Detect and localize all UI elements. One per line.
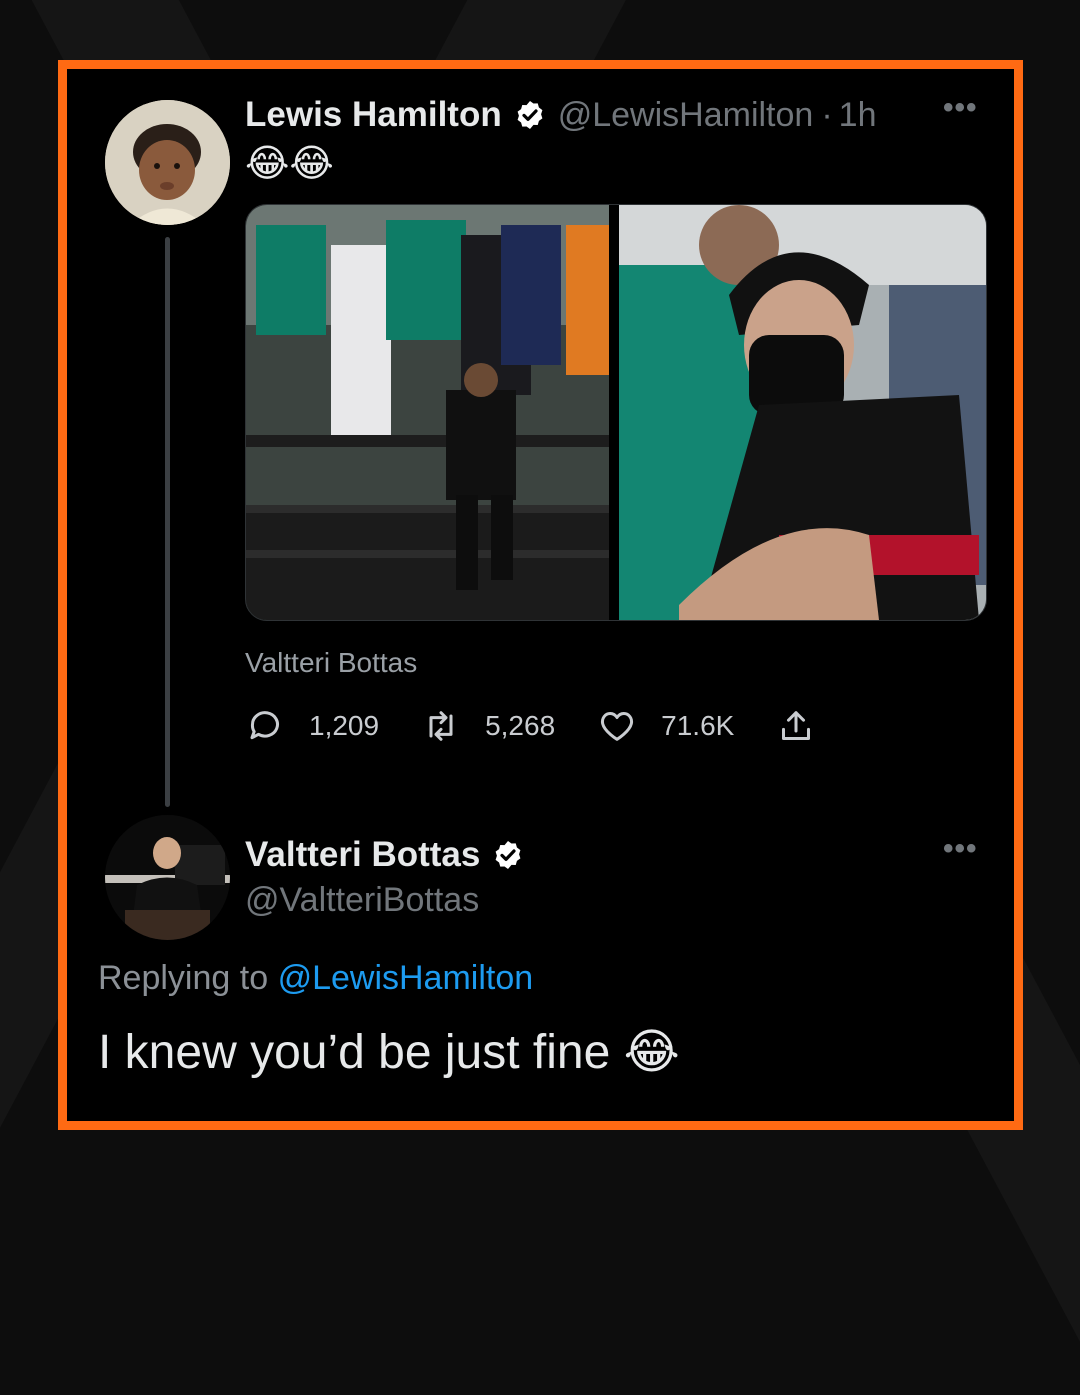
retweet-icon	[429, 711, 453, 741]
replying-to-line: Replying to @LewisHamilton	[98, 959, 533, 998]
reply-author-row: Valtteri Bottas	[245, 835, 524, 875]
thread-connector-line	[165, 237, 170, 807]
more-options-icon[interactable]: •••	[943, 832, 978, 866]
reply-tweet-text: I knew you’d be just fine 😂	[98, 1026, 680, 1079]
avatar-valtteri[interactable]	[105, 815, 230, 940]
tweet-media[interactable]	[245, 204, 987, 621]
like-button[interactable]: 71.6K	[597, 706, 734, 746]
photo-closeup[interactable]	[619, 205, 986, 620]
replying-to-label: Replying to	[98, 959, 269, 997]
tweet-timestamp[interactable]: 1h	[839, 96, 877, 135]
media-caption: Valtteri Bottas	[245, 647, 418, 678]
photo-drivers-stage[interactable]	[246, 205, 609, 620]
reply-button[interactable]: 1,209	[245, 706, 379, 746]
reply-icon	[250, 711, 279, 740]
author-handle[interactable]: @ValtteriBottas	[245, 881, 479, 920]
tweet-actions: 1,209 5,268 71.6K	[245, 706, 858, 746]
avatar-lewis[interactable]	[105, 100, 230, 225]
reply-count: 1,209	[309, 710, 380, 741]
tweet-thread-card: Lewis Hamilton @LewisHamilton · 1h ••• 😂…	[58, 60, 1023, 1130]
author-handle[interactable]: @LewisHamilton	[558, 96, 814, 135]
heart-icon	[601, 712, 634, 741]
share-icon	[782, 711, 811, 740]
like-count: 71.6K	[661, 710, 735, 741]
more-options-icon[interactable]: •••	[943, 91, 978, 125]
original-author-row: Lewis Hamilton @LewisHamilton · 1h	[245, 95, 876, 135]
photo-divider	[609, 205, 619, 620]
share-button[interactable]	[776, 706, 816, 746]
verified-badge-icon	[517, 101, 543, 129]
replying-to-handle-link[interactable]: @LewisHamilton	[278, 959, 534, 997]
separator-dot: ·	[821, 95, 833, 134]
verified-badge-icon	[495, 841, 521, 869]
retweet-button[interactable]: 5,268	[421, 706, 555, 746]
retweet-count: 5,268	[485, 710, 556, 741]
author-name[interactable]: Valtteri Bottas	[245, 835, 480, 875]
author-name[interactable]: Lewis Hamilton	[245, 95, 502, 135]
tweet-text: 😂😂	[245, 141, 334, 185]
